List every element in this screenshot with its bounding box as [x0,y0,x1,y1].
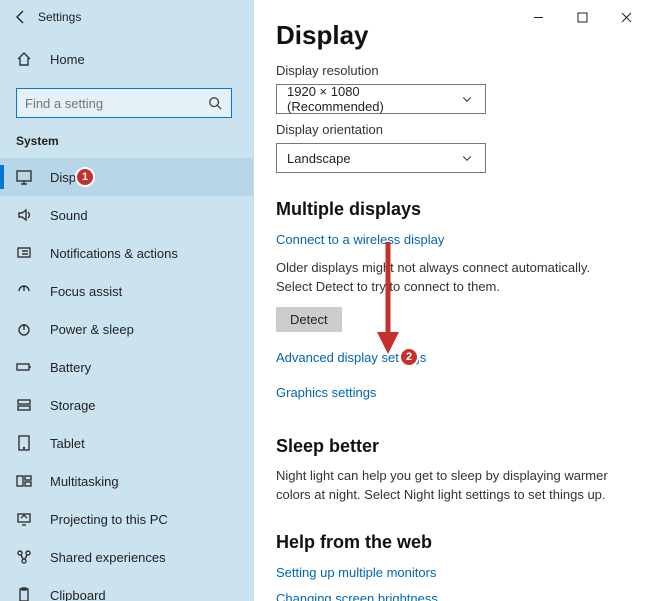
sidebar-item-label: Multitasking [50,474,119,489]
sidebar-item-label: Shared experiences [50,550,166,565]
minimize-button[interactable] [516,0,560,34]
search-icon [207,95,223,111]
sidebar-item-label: Projecting to this PC [50,512,168,527]
power-icon [16,321,32,337]
detect-button[interactable]: Detect [276,307,342,332]
graphics-settings-link[interactable]: Graphics settings [276,385,376,400]
sidebar-item-sound[interactable]: Sound [0,196,253,234]
sidebar-item-power-sleep[interactable]: Power & sleep [0,310,253,348]
section-header: System [0,124,253,152]
home-icon [16,51,32,67]
multiple-displays-heading: Multiple displays [276,199,626,220]
sidebar-item-display[interactable]: Display [0,158,253,196]
window-controls [516,0,648,34]
sidebar-item-label: Display [50,170,93,185]
sidebar-item-label: Sound [50,208,88,223]
resolution-value: 1920 × 1080 (Recommended) [287,84,459,114]
search-wrap [0,78,253,124]
help-link-brightness[interactable]: Changing screen brightness [276,591,438,601]
connect-wireless-link[interactable]: Connect to a wireless display [276,232,444,247]
orientation-value: Landscape [287,151,351,166]
nav-list: Display Sound Notifications & actions Focus… [0,158,253,601]
orientation-label: Display orientation [276,122,626,137]
settings-window: Settings Home System Display Sound Notific… [0,0,648,601]
battery-icon [16,359,32,375]
clipboard-icon [16,587,32,601]
sound-icon [16,207,32,223]
main-content: Display Display resolution 1920 × 1080 (… [254,0,648,601]
titlebar: Settings [0,0,253,34]
search-input[interactable] [16,88,232,118]
display-icon [16,169,32,185]
sidebar-item-label: Battery [50,360,91,375]
orientation-select[interactable]: Landscape [276,143,486,173]
sidebar-item-clipboard[interactable]: Clipboard [0,576,253,601]
sidebar-item-label: Focus assist [50,284,122,299]
multiple-displays-body: Older displays might not always connect … [276,259,626,297]
sidebar-item-shared-experiences[interactable]: Shared experiences [0,538,253,576]
resolution-label: Display resolution [276,63,626,78]
home-label: Home [50,52,85,67]
maximize-button[interactable] [560,0,604,34]
sidebar-item-label: Notifications & actions [50,246,178,261]
sleep-better-heading: Sleep better [276,436,626,457]
sidebar-item-multitasking[interactable]: Multitasking [0,462,253,500]
back-button[interactable] [4,0,38,34]
sidebar-item-projecting-to-this-pc[interactable]: Projecting to this PC [0,500,253,538]
chevron-down-icon [459,91,475,107]
sidebar-item-label: Clipboard [50,588,106,601]
tablet-icon [16,435,32,451]
search-field[interactable] [25,96,207,111]
home-button[interactable]: Home [0,40,253,78]
sidebar-item-label: Tablet [50,436,85,451]
shared-icon [16,549,32,565]
sidebar-item-label: Power & sleep [50,322,134,337]
multitasking-icon [16,473,32,489]
help-link-monitors[interactable]: Setting up multiple monitors [276,565,436,580]
sidebar-item-tablet[interactable]: Tablet [0,424,253,462]
app-title: Settings [38,10,81,24]
sidebar-item-notifications-actions[interactable]: Notifications & actions [0,234,253,272]
notifications-icon [16,245,32,261]
resolution-select[interactable]: 1920 × 1080 (Recommended) [276,84,486,114]
sidebar-item-battery[interactable]: Battery [0,348,253,386]
storage-icon [16,397,32,413]
sidebar-item-focus-assist[interactable]: Focus assist [0,272,253,310]
advanced-display-link[interactable]: Advanced display settings [276,350,426,365]
sidebar-item-label: Storage [50,398,96,413]
close-button[interactable] [604,0,648,34]
sidebar: Settings Home System Display Sound Notific… [0,0,254,601]
sidebar-item-storage[interactable]: Storage [0,386,253,424]
projecting-icon [16,511,32,527]
sleep-better-body: Night light can help you get to sleep by… [276,467,626,505]
chevron-down-icon [459,150,475,166]
focus-icon [16,283,32,299]
help-heading: Help from the web [276,532,626,553]
